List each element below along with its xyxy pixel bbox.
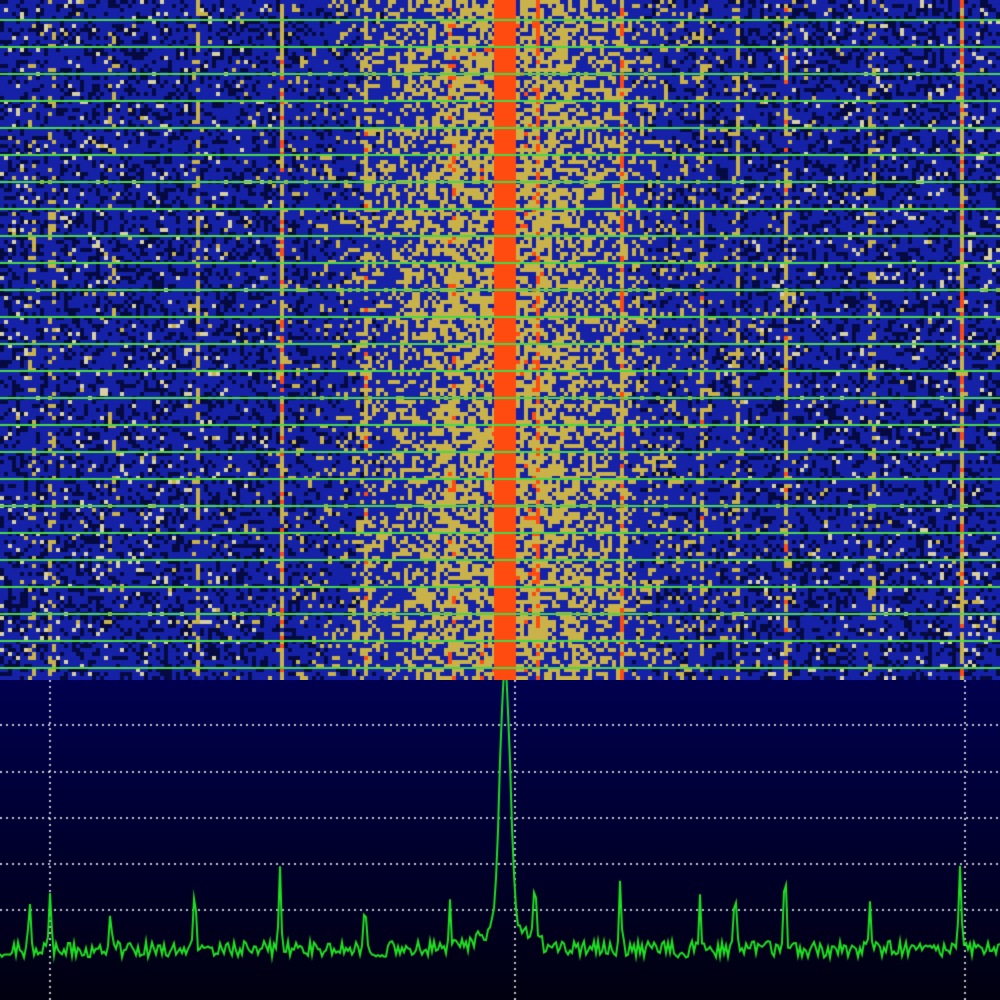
waterfall-display[interactable]: [0, 0, 1000, 680]
spectrum-plot[interactable]: [0, 680, 1000, 1000]
sdr-display: [0, 0, 1000, 1000]
